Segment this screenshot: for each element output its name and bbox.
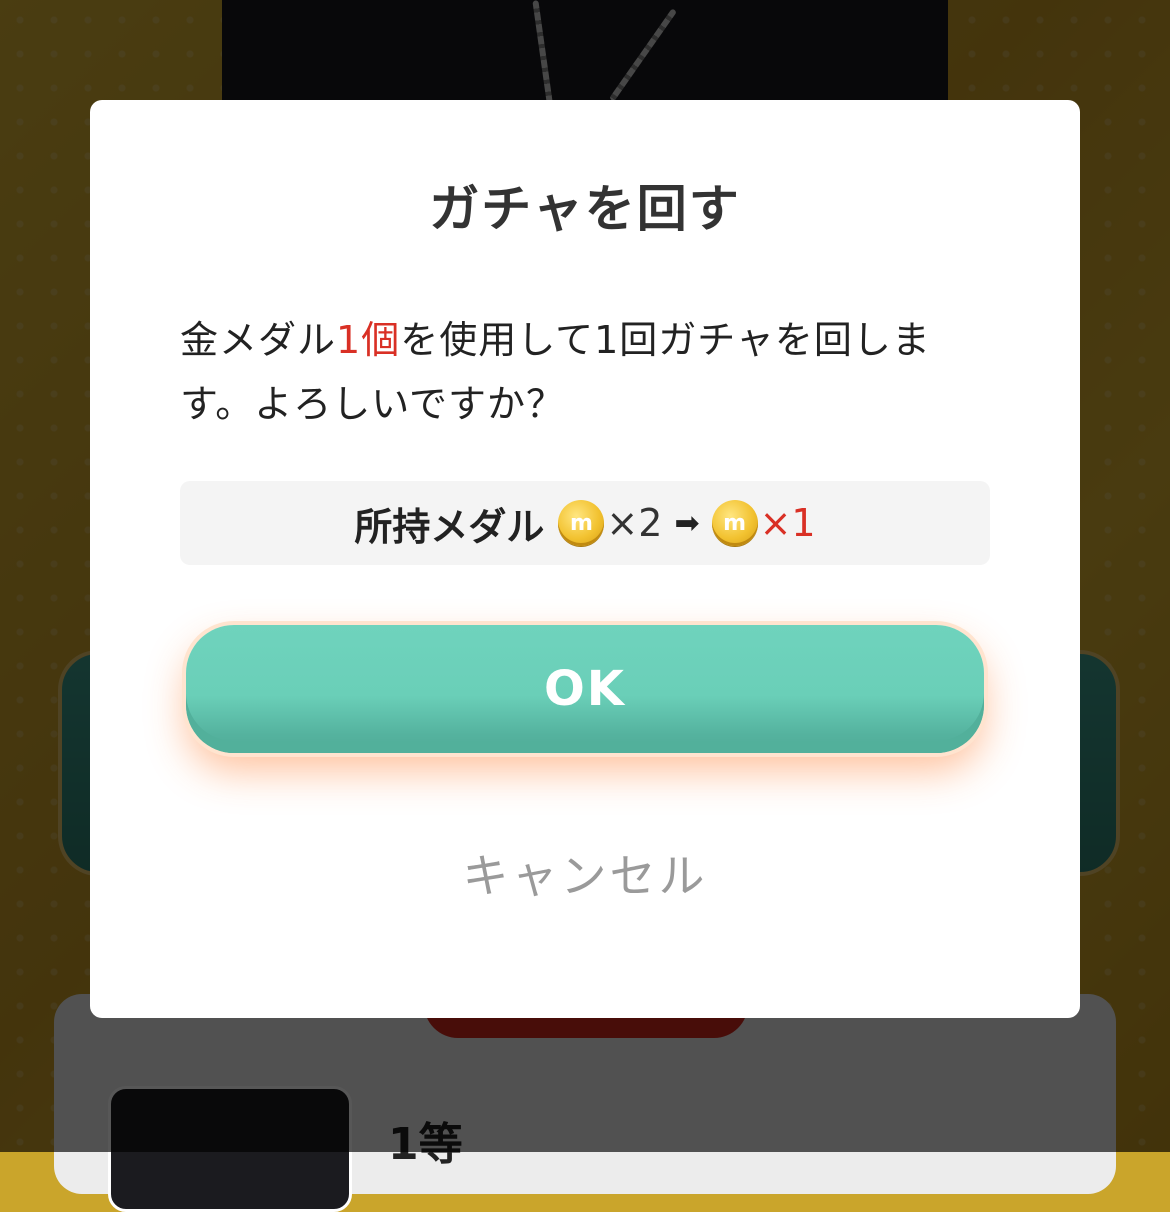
medal-balance-summary: 所持メダル m ×2 ➡ m ×1 bbox=[180, 481, 990, 565]
gold-medal-icon: m bbox=[711, 500, 758, 546]
new-medal-count: ×1 bbox=[759, 501, 816, 545]
gacha-confirm-dialog: ガチャを回す 金メダル1個を使用して1回ガチャを回します。よろしいですか？ 所持… bbox=[90, 100, 1080, 1018]
message-quantity: 1個 bbox=[336, 318, 401, 362]
dialog-message: 金メダル1個を使用して1回ガチャを回します。よろしいですか？ bbox=[180, 308, 1000, 436]
message-prefix: 金メダル bbox=[180, 318, 337, 362]
gold-medal-icon: m bbox=[558, 500, 605, 546]
current-medal-count: ×2 bbox=[606, 501, 663, 545]
arrow-right-icon: ➡ bbox=[674, 505, 700, 541]
dialog-title: ガチャを回す bbox=[429, 180, 741, 238]
cancel-button[interactable]: キャンセル bbox=[90, 840, 1080, 906]
ok-button[interactable]: OK bbox=[186, 625, 984, 753]
medal-summary-label: 所持メダル bbox=[354, 504, 545, 549]
